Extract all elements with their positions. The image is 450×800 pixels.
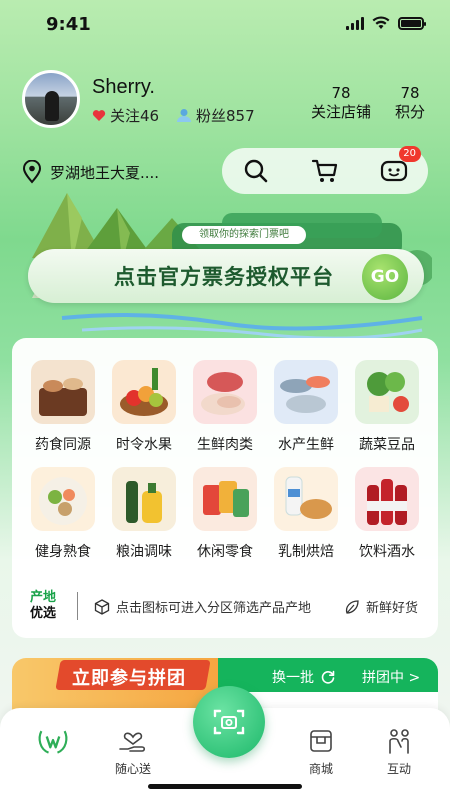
change-batch-label: 换一批 xyxy=(272,670,314,686)
stat-number: 78 xyxy=(331,84,351,102)
user-icon xyxy=(177,109,191,122)
refresh-icon xyxy=(321,670,335,684)
origin-title-line1: 产地 xyxy=(30,590,57,605)
vegetable-icon xyxy=(355,360,419,424)
stat-points[interactable]: 78 积分 xyxy=(390,84,430,122)
location-text: 罗湖地王大夏.... xyxy=(50,163,160,182)
category-item[interactable]: 休闲零食 xyxy=(188,467,262,561)
banner-go-button[interactable]: GO xyxy=(362,254,408,300)
category-item[interactable]: 饮料酒水 xyxy=(350,467,424,561)
origin-hint[interactable]: 点击图标可进入分区筛选产品产地 xyxy=(94,597,311,616)
tab-community[interactable]: 互动 xyxy=(364,724,434,777)
category-item[interactable]: 健身熟食 xyxy=(26,467,100,561)
category-item[interactable]: 水产生鲜 xyxy=(269,360,343,454)
scan-button[interactable] xyxy=(193,686,265,758)
category-label: 休闲零食 xyxy=(197,544,253,560)
location-pin-icon xyxy=(22,160,42,184)
stat-number: 78 xyxy=(400,84,420,102)
tab-delivery[interactable]: 随心送 xyxy=(98,724,168,777)
scan-icon xyxy=(213,709,245,735)
delivery-icon xyxy=(116,724,150,758)
signal-icon xyxy=(346,16,364,30)
category-item[interactable]: 药食同源 xyxy=(26,360,100,454)
follow-label: 关注46 xyxy=(110,107,160,125)
seafood-icon xyxy=(274,360,338,424)
bakery-icon xyxy=(274,467,338,531)
fruit-icon xyxy=(112,360,176,424)
tab-label: 随心送 xyxy=(114,762,151,776)
category-label: 水产生鲜 xyxy=(278,437,334,453)
origin-title: 产地 优选 xyxy=(30,590,66,622)
fans-count[interactable]: 粉丝857 xyxy=(176,105,255,126)
avatar[interactable] xyxy=(22,70,80,128)
salad-icon xyxy=(31,467,95,531)
tab-store[interactable]: 商城 xyxy=(286,724,356,777)
category-item[interactable]: 蔬菜豆品 xyxy=(350,360,424,454)
stat-label: 关注店铺 xyxy=(310,103,371,121)
category-label: 蔬菜豆品 xyxy=(359,437,415,453)
message-button[interactable]: 20 xyxy=(379,146,421,186)
herbal-icon xyxy=(31,360,95,424)
message-badge: 20 xyxy=(398,146,421,162)
cart-button[interactable] xyxy=(310,156,340,186)
category-item[interactable]: 粮油调味 xyxy=(107,467,181,561)
category-label: 药食同源 xyxy=(35,437,91,453)
wifi-icon xyxy=(372,16,390,29)
category-label: 时令水果 xyxy=(116,437,172,453)
search-icon xyxy=(245,159,268,183)
fans-label: 粉丝857 xyxy=(196,107,255,125)
message-icon xyxy=(380,160,407,182)
home-indicator xyxy=(148,784,302,789)
status-bar: 9:41 xyxy=(0,0,450,50)
home-logo-icon xyxy=(36,724,70,758)
leaf-icon xyxy=(345,599,359,614)
origin-row: 产地 优选 点击图标可进入分区筛选产品产地 新鲜好货 xyxy=(30,590,430,622)
search-button[interactable] xyxy=(241,156,271,186)
category-label: 饮料酒水 xyxy=(359,544,415,560)
meat-icon xyxy=(193,360,257,424)
heart-icon xyxy=(92,110,106,121)
oil-icon xyxy=(112,467,176,531)
cart-icon xyxy=(311,159,338,182)
category-item[interactable]: 生鲜肉类 xyxy=(188,360,262,454)
tab-label: 商城 xyxy=(308,762,333,776)
cube-icon xyxy=(94,598,110,615)
category-label: 健身熟食 xyxy=(35,544,91,560)
category-item[interactable]: 乳制烘焙 xyxy=(269,467,343,561)
community-icon xyxy=(382,724,416,758)
category-label: 乳制烘焙 xyxy=(278,544,334,560)
fresh-text: 新鲜好货 xyxy=(366,601,419,616)
change-batch-button[interactable]: 换一批 xyxy=(272,667,336,687)
username: Sherry. xyxy=(92,76,155,98)
location-selector[interactable]: 罗湖地王大夏.... xyxy=(22,160,159,184)
battery-icon xyxy=(398,16,426,30)
stat-label: 积分 xyxy=(394,103,425,121)
banner-title: 点击官方票务授权平台 xyxy=(114,265,334,289)
snack-icon xyxy=(193,467,257,531)
drink-icon xyxy=(355,467,419,531)
group-buy-title[interactable]: 立即参与拼团 xyxy=(72,664,186,690)
category-label: 粮油调味 xyxy=(116,544,172,560)
divider xyxy=(77,592,78,620)
group-ongoing-link[interactable]: 拼团中 > xyxy=(362,667,420,687)
category-label: 生鲜肉类 xyxy=(197,437,253,453)
stat-followed-stores[interactable]: 78 关注店铺 xyxy=(308,84,374,122)
tab-label: 互动 xyxy=(386,762,411,776)
store-icon xyxy=(304,724,338,758)
fresh-tag[interactable]: 新鲜好货 xyxy=(344,597,418,616)
follow-count[interactable]: 关注46 xyxy=(92,105,159,126)
banner-tag: 领取你的探索门票吧 xyxy=(182,226,306,244)
tab-home[interactable] xyxy=(18,724,88,760)
origin-hint-text: 点击图标可进入分区筛选产品产地 xyxy=(116,601,312,616)
status-time: 9:41 xyxy=(46,14,91,35)
status-icons xyxy=(346,16,426,30)
category-item[interactable]: 时令水果 xyxy=(107,360,181,454)
origin-title-line2: 优选 xyxy=(30,606,57,621)
